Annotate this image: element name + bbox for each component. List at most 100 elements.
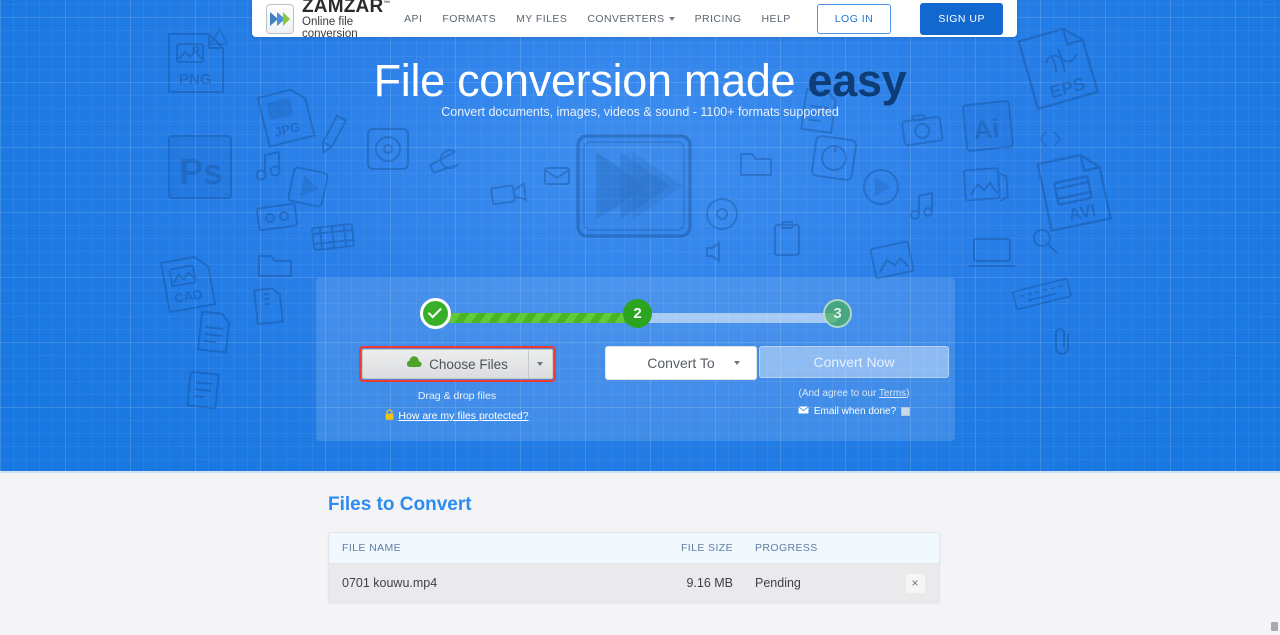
doodle-clip	[1052, 325, 1074, 359]
convert-to-label: Convert To	[647, 355, 715, 371]
convert-now-button[interactable]: Convert Now	[759, 346, 949, 378]
doodle-envelope	[543, 166, 571, 186]
doodle-zip-file	[250, 284, 286, 327]
hero-title-plain: File conversion made	[373, 55, 808, 106]
envelope-icon	[798, 406, 809, 417]
column-header-file-size: FILE SIZE	[680, 542, 733, 554]
progress-track-complete	[438, 313, 640, 323]
doodle-play-square	[860, 166, 902, 208]
site-header: ZAMZAR™ Online file conversion API FORMA…	[252, 0, 1017, 40]
convert-to-dropdown[interactable]: Convert To	[605, 346, 757, 380]
doodle-vinyl-record	[701, 193, 743, 235]
doodle-picture-frame	[961, 164, 1012, 207]
files-table: FILE NAME FILE SIZE PROGRESS 0701 kouwu.…	[328, 532, 940, 603]
doodle-music-note	[253, 148, 287, 182]
step-progress-indicator: 2 3	[420, 298, 852, 338]
remove-file-button[interactable]: ×	[905, 573, 925, 593]
page-title: File conversion made easy	[0, 55, 1280, 107]
step-3-inactive[interactable]: 3	[823, 299, 852, 328]
doodle-video-camera	[487, 177, 531, 210]
table-header-row: FILE NAME FILE SIZE PROGRESS	[329, 533, 939, 564]
cell-actions: ×	[891, 573, 939, 593]
logo-subtitle: Online file conversion	[302, 16, 358, 40]
nav-item-formats[interactable]: FORMATS	[442, 13, 496, 25]
signup-button[interactable]: SIGN UP	[920, 2, 1003, 35]
lock-icon	[385, 409, 394, 423]
doodle-cassette	[253, 200, 300, 234]
doodle-image-frame	[867, 238, 918, 282]
chevron-down-icon	[668, 16, 675, 21]
nav-item-help[interactable]: HELP	[761, 13, 790, 25]
svg-text:Ps: Ps	[179, 151, 223, 192]
email-when-done-checkbox[interactable]	[901, 407, 911, 416]
email-when-done-label: Email when done?	[813, 406, 897, 417]
doodle-keyboard	[1010, 275, 1074, 313]
terms-prefix: (And agree to our	[798, 388, 879, 399]
column-convert-now: Convert Now (And agree to our Terms) Ema…	[739, 346, 969, 417]
nav-label: MY FILES	[516, 12, 568, 25]
logo-title: ZAMZAR	[302, 0, 384, 17]
doodle-film-strip	[309, 220, 358, 255]
nav-label: API	[404, 12, 423, 25]
choose-files-highlight: Choose Files	[358, 346, 556, 382]
nav-label: PRICING	[694, 12, 742, 25]
doodle-code-brackets	[1037, 128, 1063, 150]
nav-item-converters[interactable]: CONVERTERS	[587, 13, 675, 25]
cell-file-size: 9.16 MB	[686, 576, 733, 590]
hero-subtitle: Convert documents, images, videos & soun…	[441, 105, 839, 119]
cell-file-name: 0701 kouwu.mp4	[342, 576, 438, 590]
login-button[interactable]: LOG IN	[816, 3, 892, 34]
doodle-doc-lines	[184, 368, 222, 411]
doodle-sound-wave	[704, 240, 734, 264]
doodle-triangle-play	[206, 26, 230, 48]
doodle-music-note-2	[908, 190, 940, 222]
choose-files-label: Choose Files	[429, 356, 508, 372]
check-icon	[427, 304, 442, 319]
doodle-cad-file: CAD	[155, 247, 227, 319]
nav-label: HELP	[761, 12, 791, 25]
column-header-file-name: FILE NAME	[342, 542, 402, 554]
doodle-folder-open	[738, 149, 774, 179]
files-title-plain: Files to	[328, 494, 400, 515]
choose-files-dropdown-toggle[interactable]	[527, 350, 552, 378]
doodle-avi-file: AVI	[1030, 140, 1130, 240]
doodle-refresh-circle	[807, 131, 861, 185]
hero-section: PNG JPG Ps CAD EPS Ai AVI ZAMZAR™ Online…	[0, 0, 1280, 473]
column-header-progress: PROGRESS	[755, 542, 818, 554]
doodle-ps-icon: Ps	[165, 132, 235, 202]
step-1-complete[interactable]	[420, 298, 451, 329]
doodle-laptop	[966, 236, 1018, 270]
main-navigation: API FORMATS MY FILES CONVERTERS PRICING …	[404, 2, 1003, 35]
doodle-record-circle	[365, 126, 411, 172]
files-title-accent: Convert	[399, 494, 472, 515]
nav-label: FORMATS	[442, 12, 497, 25]
choose-files-button[interactable]: Choose Files	[361, 349, 553, 379]
drag-drop-hint: Drag & drop files	[417, 390, 497, 402]
scrollbar-thumb[interactable]	[1271, 622, 1278, 631]
hero-title-bold: easy	[807, 55, 907, 106]
nav-item-api[interactable]: API	[404, 13, 422, 25]
step-2-active[interactable]: 2	[623, 299, 652, 328]
doodle-clipboard	[772, 220, 802, 258]
cell-progress-status: Pending	[755, 576, 801, 590]
logo[interactable]: ZAMZAR™ Online file conversion	[266, 0, 404, 40]
terms-text: (And agree to our Terms)	[739, 388, 969, 399]
progress-track-remaining	[638, 313, 838, 323]
doodle-wrench	[423, 140, 467, 184]
terms-link[interactable]: Terms	[879, 388, 906, 399]
cloud-upload-icon	[406, 356, 422, 372]
svg-text:CAD: CAD	[173, 286, 203, 306]
files-section-title: Files to Convert	[328, 494, 472, 516]
nav-item-pricing[interactable]: PRICING	[695, 13, 742, 25]
files-protected-link[interactable]: How are my files protected?	[398, 410, 528, 422]
files-to-convert-section: Files to Convert FILE NAME FILE SIZE PRO…	[0, 473, 1280, 635]
logo-trademark: ™	[383, 0, 391, 8]
caret-down-icon	[537, 362, 543, 366]
nav-item-my-files[interactable]: MY FILES	[516, 13, 567, 25]
zamzar-chevrons-logo-icon	[266, 3, 294, 34]
doodle-center-play-icon	[572, 131, 696, 243]
files-protected-row: How are my files protected?	[342, 409, 572, 423]
column-choose-files: Choose Files Drag & drop files How are m…	[342, 346, 572, 423]
conversion-widget: 2 3 Choose Files Drag & drop files How a…	[316, 278, 955, 441]
doodle-document	[194, 308, 234, 356]
